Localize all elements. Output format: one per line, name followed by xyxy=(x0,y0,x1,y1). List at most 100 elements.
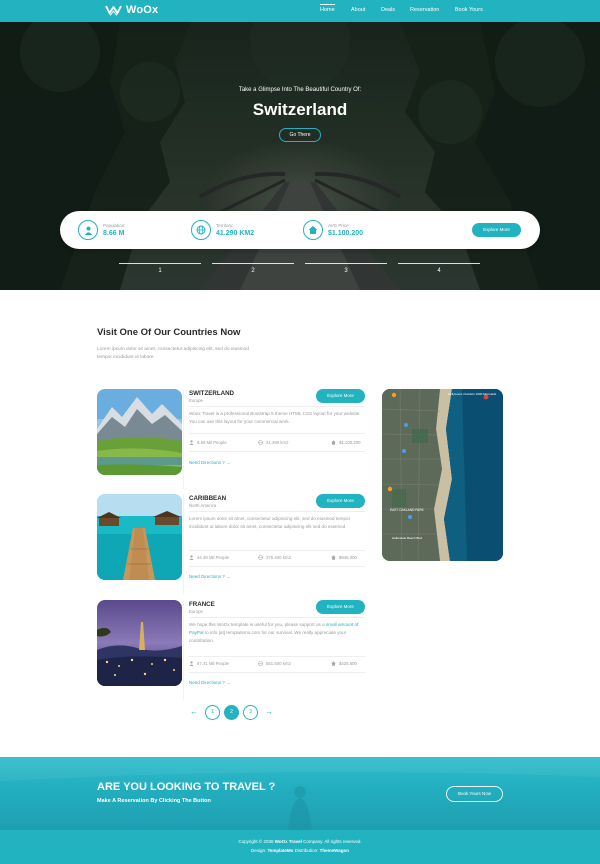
country-stats-card: Population: 8.66 M Territory: 41.290 KM2… xyxy=(60,211,540,249)
country-description: Lorem ipsum dolor sit amet, consectetur … xyxy=(189,516,351,529)
nav-reservation[interactable]: Reservation xyxy=(410,7,439,13)
cta-subtitle: Make A Reservation By Clicking The Butto… xyxy=(97,798,211,804)
home-icon xyxy=(303,220,323,240)
directions-link[interactable]: Need Directions ? → xyxy=(189,460,231,465)
directions-label: Need Directions ? xyxy=(189,574,225,579)
price-stat: $425.600 xyxy=(331,661,357,666)
brand-name: WoOx xyxy=(126,4,159,16)
area-value: 551.500 km2 xyxy=(266,661,291,666)
desc-text: to info [at] templatemo.com for our surv… xyxy=(189,630,347,643)
country-description: Woox Travel is a professional Bootstrap … xyxy=(189,411,361,424)
explore-more-button[interactable]: Explore More xyxy=(472,223,521,237)
people-value: 67.41 Mil People xyxy=(197,661,230,666)
people-stat: 67.41 Mil People xyxy=(189,661,229,666)
map-view[interactable]: Hollywood, Florida's 1000 Mermaids EAST … xyxy=(382,389,503,561)
explore-more-button[interactable]: Explore More xyxy=(316,389,365,403)
people-stat: 8.66 Mil People xyxy=(189,440,227,445)
slide-tab-4[interactable]: 4 xyxy=(398,263,480,277)
slide-tab-3[interactable]: 3 xyxy=(305,263,387,277)
price-value: $946.000 xyxy=(339,555,357,560)
call-to-action-banner: ARE YOU LOOKING TO TRAVEL ? Make A Reser… xyxy=(0,757,600,830)
area-stat: 41.290 km2 xyxy=(258,440,288,445)
footer: Copyright © 2036 WoOx Travel Company. Al… xyxy=(0,830,600,864)
people-value: 44.48 Mil People xyxy=(197,555,230,560)
arrow-right-icon: → xyxy=(226,460,231,465)
price-stat: $1.100.200 xyxy=(331,440,361,445)
country-image[interactable] xyxy=(97,389,182,475)
divider xyxy=(189,656,365,657)
explore-more-button[interactable]: Explore More xyxy=(316,600,365,614)
country-card-switzerland: SWITZERLAND Europe Explore More Woox Tra… xyxy=(97,389,367,487)
country-card-france: FRANCE Europe Explore More We hope this … xyxy=(97,600,367,698)
top-navbar: WoOx Home About Deals Reservation Book Y… xyxy=(0,0,600,22)
globe-icon xyxy=(258,440,263,445)
country-region: Europe xyxy=(189,609,203,614)
country-name: CARIBBEAN xyxy=(189,495,227,502)
country-name: FRANCE xyxy=(189,601,215,608)
nav-home[interactable]: Home xyxy=(320,4,335,13)
copyright-text: Company. All rights reserved. xyxy=(301,839,362,844)
map-label: Hallandale Beach Blvd xyxy=(392,536,423,540)
traveler-background xyxy=(0,757,600,830)
nav-deals[interactable]: Deals xyxy=(381,7,395,13)
divider-vertical xyxy=(183,389,184,489)
map-label: EAST OAKLAND PARK xyxy=(390,508,425,512)
themewagon-link[interactable]: ThemeWagon xyxy=(320,848,349,853)
copyright-brand[interactable]: WoOx Travel xyxy=(275,839,302,844)
directions-label: Need Directions ? xyxy=(189,460,225,465)
price-value: $1.100.200 xyxy=(339,440,361,445)
nav-book-yours[interactable]: Book Yours xyxy=(455,7,483,13)
divider xyxy=(189,433,365,434)
hero-title: Switzerland xyxy=(252,100,348,119)
nav-about[interactable]: About xyxy=(351,7,365,13)
slide-number: 3 xyxy=(344,268,348,274)
credits-line: Design: TemplateMo Distribution: ThemeWa… xyxy=(0,848,600,853)
slide-tab-2[interactable]: 2 xyxy=(212,263,294,277)
area-stat: 551.500 km2 xyxy=(258,661,291,666)
slide-indicator xyxy=(119,263,201,264)
country-image[interactable] xyxy=(97,600,182,686)
home-icon xyxy=(331,661,336,666)
slide-tab-1[interactable]: 1 xyxy=(119,263,201,277)
page-2[interactable]: 2 xyxy=(224,705,239,720)
directions-link[interactable]: Need Directions ? → xyxy=(189,574,231,579)
arrow-right-icon: → xyxy=(226,574,231,579)
book-yours-now-button[interactable]: Book Yours Now xyxy=(446,786,503,802)
copyright-line: Copyright © 2036 WoOx Travel Company. Al… xyxy=(0,839,600,844)
section-description: Lorem ipsum dolor sit amet, consectetur … xyxy=(97,347,249,360)
divider xyxy=(189,451,365,452)
divider xyxy=(189,566,365,567)
page-1[interactable]: 1 xyxy=(205,705,220,720)
directions-link[interactable]: Need Directions ? → xyxy=(189,680,231,685)
slide-number: 1 xyxy=(158,268,162,274)
map-label: Hollywood, Florida's 1000 Mermaids xyxy=(448,392,497,396)
hero-banner: Take a Glimpse Into The Beautiful Countr… xyxy=(0,22,600,290)
templatemo-link[interactable]: TemplateMo xyxy=(267,848,293,853)
price-value: $425.600 xyxy=(339,661,357,666)
go-there-button[interactable]: Go There xyxy=(279,128,321,142)
directions-label: Need Directions ? xyxy=(189,680,225,685)
logo[interactable]: WoOx xyxy=(105,4,158,16)
slide-number: 4 xyxy=(437,268,441,274)
slide-indicator xyxy=(398,263,480,264)
home-icon xyxy=(331,555,336,560)
forest-bridge-background xyxy=(0,22,600,290)
logo-icon xyxy=(105,5,122,16)
user-icon xyxy=(189,555,194,560)
user-icon xyxy=(189,440,194,445)
prev-page-icon[interactable]: ← xyxy=(190,707,198,716)
area-value: 41.290 km2 xyxy=(266,440,289,445)
page-3[interactable]: 3 xyxy=(243,705,258,720)
country-image[interactable] xyxy=(97,494,182,580)
divider xyxy=(189,406,365,407)
country-description: We hope this WoOx template is useful for… xyxy=(189,621,365,645)
area-stat: 275.400 km2 xyxy=(258,555,291,560)
home-icon xyxy=(331,440,336,445)
explore-more-button[interactable]: Explore More xyxy=(316,494,365,508)
next-page-icon[interactable]: → xyxy=(265,707,273,716)
hero-subtitle: Take a Glimpse Into The Beautiful Countr… xyxy=(238,87,362,93)
divider xyxy=(189,672,365,673)
desc-text: We hope this WoOx template is useful for… xyxy=(189,622,326,627)
slide-indicator xyxy=(305,263,387,264)
divider xyxy=(189,511,365,512)
